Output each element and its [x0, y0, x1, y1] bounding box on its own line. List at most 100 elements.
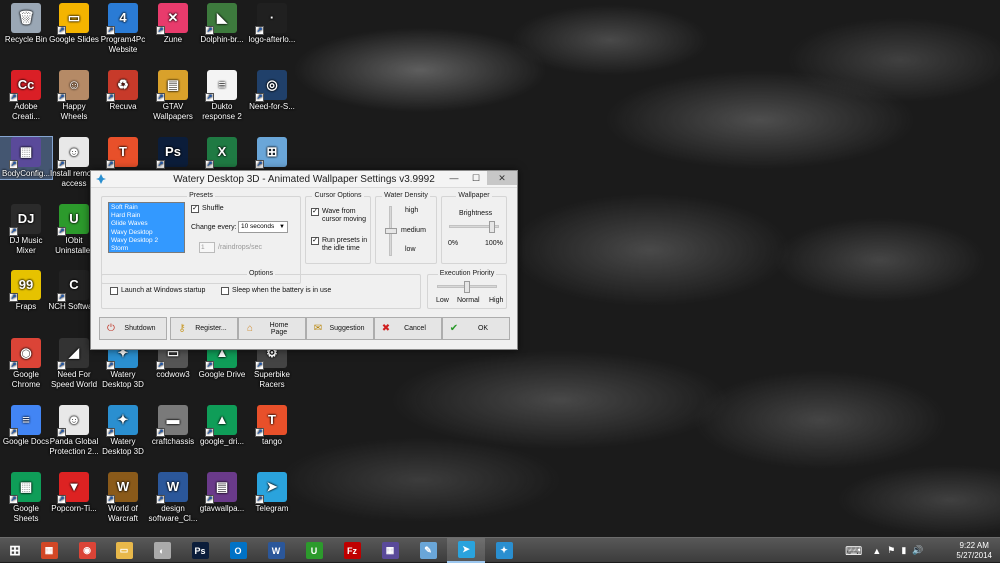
- shuffle-check-icon: ✓: [191, 205, 199, 213]
- taskbar-telegram[interactable]: ➤: [447, 538, 485, 563]
- desktop-icon-label: craftchassis: [151, 437, 195, 446]
- desktop-icon-recycle-bin[interactable]: 🗑 Recycle Bin: [0, 3, 52, 45]
- sleep-battery-checkbox[interactable]: Sleep when the battery is in use: [221, 287, 331, 295]
- desktop-icon-label: Google Slides: [49, 35, 99, 44]
- minimize-icon: —: [449, 173, 459, 183]
- paint-icon: ✎: [419, 542, 437, 559]
- taskbar-paint[interactable]: ✎: [409, 538, 447, 563]
- presets-list[interactable]: Soft Rain Hard Rain Glide Waves Wavy Deskto…: [108, 202, 185, 253]
- shortcut-arrow-icon: ↗: [9, 428, 18, 437]
- close-button[interactable]: ✕: [487, 171, 517, 185]
- desktop-icon-recuva[interactable]: ♻ ↗ Recuva: [97, 70, 149, 112]
- desktop-icon-google-sheets[interactable]: ▦ ↗ Google Sheets: [0, 472, 52, 524]
- maximize-button[interactable]: ☐: [465, 171, 487, 185]
- taskbar-iobit[interactable]: U: [295, 538, 333, 563]
- desktop-icon-adobe-creative[interactable]: Cc ↗ Adobe Creati...: [0, 70, 52, 122]
- shutdown-button[interactable]: ⏻ Shutdown: [99, 317, 167, 340]
- taskbar-watery[interactable]: ✦: [485, 538, 523, 563]
- taskbar-start[interactable]: ⊞: [0, 538, 30, 563]
- ok-button[interactable]: ✔ OK: [442, 317, 510, 340]
- desktop-icon-tango[interactable]: T ↗ tango: [246, 405, 298, 447]
- desktop-icon-dj-music-mixer[interactable]: DJ ↗ DJ Music Mixer: [0, 204, 52, 256]
- desktop-icon-google-chrome[interactable]: ◉ ↗ Google Chrome: [0, 338, 52, 390]
- start-icon: ⊞: [9, 542, 21, 558]
- clock[interactable]: 9:22 AM 5/27/2014: [956, 541, 992, 561]
- run-presets-checkbox[interactable]: ✓ Run presets in the idle time: [311, 237, 369, 253]
- brightness-slider[interactable]: [488, 221, 495, 233]
- taskbar-chrome[interactable]: ◉: [68, 538, 106, 563]
- taskbar-word[interactable]: W: [257, 538, 295, 563]
- desktop-icon-popcorn[interactable]: ▼ ↗ Popcorn-Ti...: [48, 472, 100, 514]
- desktop-icon-gtavwallpa[interactable]: ▤ ↗ gtavwallpa...: [196, 472, 248, 514]
- preset-item[interactable]: Wavy Desktop 2: [111, 237, 182, 245]
- shortcut-arrow-icon: ↗: [106, 428, 115, 437]
- preset-item[interactable]: Wavy Desktop: [111, 229, 182, 237]
- water-density-title: Water Density: [382, 192, 430, 199]
- desktop-icon-windows-tile[interactable]: ⊞ ↗: [246, 137, 298, 169]
- flag-icon[interactable]: ⚑: [887, 545, 895, 556]
- desktop-icon-dukto[interactable]: ≡ ↗ Dukto response 2: [196, 70, 248, 122]
- desktop-icon-happy-wheels[interactable]: ☺ ↗ Happy Wheels: [48, 70, 100, 122]
- minimize-button[interactable]: —: [443, 171, 465, 185]
- desktop-icon-wow[interactable]: W ↗ World of Warcraft: [97, 472, 149, 524]
- cursor-options-title: Cursor Options: [312, 192, 364, 199]
- desktop-icon-google-docs[interactable]: ≡ ↗ Google Docs: [0, 405, 52, 447]
- chevron-up-icon[interactable]: ▲: [872, 546, 881, 556]
- desktop-icon-watery-2[interactable]: ✦ ↗ Watery Desktop 3D: [97, 405, 149, 457]
- change-every-select[interactable]: 10 seconds ▼: [238, 221, 288, 233]
- desktop-icon-label: Adobe Creati...: [11, 102, 40, 121]
- shuffle-checkbox[interactable]: ✓ Shuffle: [191, 205, 224, 213]
- desktop-icon-telegram[interactable]: ➤ ↗ Telegram: [246, 472, 298, 514]
- shortcut-arrow-icon: ↗: [9, 93, 18, 102]
- wave-checkbox[interactable]: ✓ Wave from cursor moving: [311, 208, 369, 224]
- desktop-icon-typora[interactable]: T ↗: [97, 137, 149, 169]
- taskbar-photoshop[interactable]: Ps: [181, 538, 219, 563]
- priority-slider[interactable]: [464, 281, 470, 293]
- keyboard-icon[interactable]: ⌨: [845, 544, 862, 558]
- home-page-button[interactable]: ⌂ Home Page: [238, 317, 306, 340]
- register-button[interactable]: ⚷ Register...: [170, 317, 238, 340]
- desktop-icon-label: Google Docs: [2, 437, 50, 446]
- desktop-icon-panda[interactable]: ☻ ↗ Panda Global Protection 2...: [48, 405, 100, 457]
- taskbar-paint-app[interactable]: ◐: [143, 538, 181, 563]
- panda-icon: ☻ ↗: [57, 405, 89, 437]
- taskbar: ⊞ ▦ ◉ ▭ ◐ Ps O W U Fz ▦ ✎ ➤ ✦ ⌨ ▲ ⚑ ▮ 🔊 9:22 AM 5/27/…: [0, 537, 1000, 563]
- nfs-world-icon: ◢ ↗: [57, 338, 89, 370]
- preset-item[interactable]: Soft Rain: [111, 204, 182, 212]
- water-density-slider[interactable]: [385, 228, 397, 234]
- register-label: Register...: [195, 325, 227, 332]
- desktop-icon-fraps[interactable]: 99 ↗ Fraps: [0, 270, 52, 312]
- desktop-icon-google-slides[interactable]: ▭ ↗ Google Slides: [48, 3, 100, 45]
- desktop-icon-zune[interactable]: ✕ ↗ Zune: [147, 3, 199, 45]
- volume-icon[interactable]: 🔊: [912, 545, 923, 556]
- preset-item[interactable]: Storm: [111, 245, 182, 253]
- taskbar-apps[interactable]: ▦: [30, 538, 68, 563]
- desktop-icon-dolphin[interactable]: ◣ ↗ Dolphin-br...: [196, 3, 248, 45]
- suggestion-button[interactable]: ✉ Suggestion: [306, 317, 374, 340]
- taskbar-explorer[interactable]: ▭: [105, 538, 143, 563]
- shortcut-arrow-icon: ↗: [205, 93, 214, 102]
- cancel-button[interactable]: ✖ Cancel: [374, 317, 442, 340]
- network-icon[interactable]: ▮: [901, 545, 906, 556]
- title-bar[interactable]: Watery Desktop 3D - Animated Wallpaper S…: [91, 171, 517, 188]
- desktop-icon-bodyconfig[interactable]: ▦ ↗ BodyConfig...: [0, 136, 53, 180]
- desktop-icon-logo-afterlo[interactable]: · ↗ logo-afterlo...: [246, 3, 298, 45]
- wallpaper-group: Wallpaper: [441, 192, 507, 264]
- preset-item[interactable]: Glide Waves: [111, 220, 182, 228]
- desktop-icon-excel[interactable]: X ↗: [196, 137, 248, 169]
- desktop-icon-craftchassis[interactable]: ▬ ↗ craftchassis: [147, 405, 199, 447]
- launch-startup-checkbox[interactable]: Launch at Windows startup: [110, 287, 205, 295]
- desktop-icon-design-software[interactable]: W ↗ design software_Cl...: [147, 472, 199, 524]
- taskbar-filezilla[interactable]: Fz: [333, 538, 371, 563]
- desktop-icon-photoshop[interactable]: Ps ↗: [147, 137, 199, 169]
- run-presets-label: Run presets in the idle time: [322, 237, 368, 252]
- raindrops-spinner[interactable]: 1: [199, 242, 215, 253]
- desktop-icon-need-for-speed-1[interactable]: ◎ ↗ Need-for-S...: [246, 70, 298, 112]
- gtavwallpa-icon: ▤ ↗: [205, 472, 237, 504]
- preset-item[interactable]: Hard Rain: [111, 212, 182, 220]
- desktop-icon-program4pc[interactable]: 4 ↗ Program4Pc Website: [97, 3, 149, 55]
- taskbar-bodyconfig[interactable]: ▦: [371, 538, 409, 563]
- taskbar-outlook[interactable]: O: [219, 538, 257, 563]
- desktop-icon-gtav-wallpapers[interactable]: ▤ ↗ GTAV Wallpapers: [147, 70, 199, 122]
- desktop-icon-google-drive-2[interactable]: ▲ ↗ google_dri...: [196, 405, 248, 447]
